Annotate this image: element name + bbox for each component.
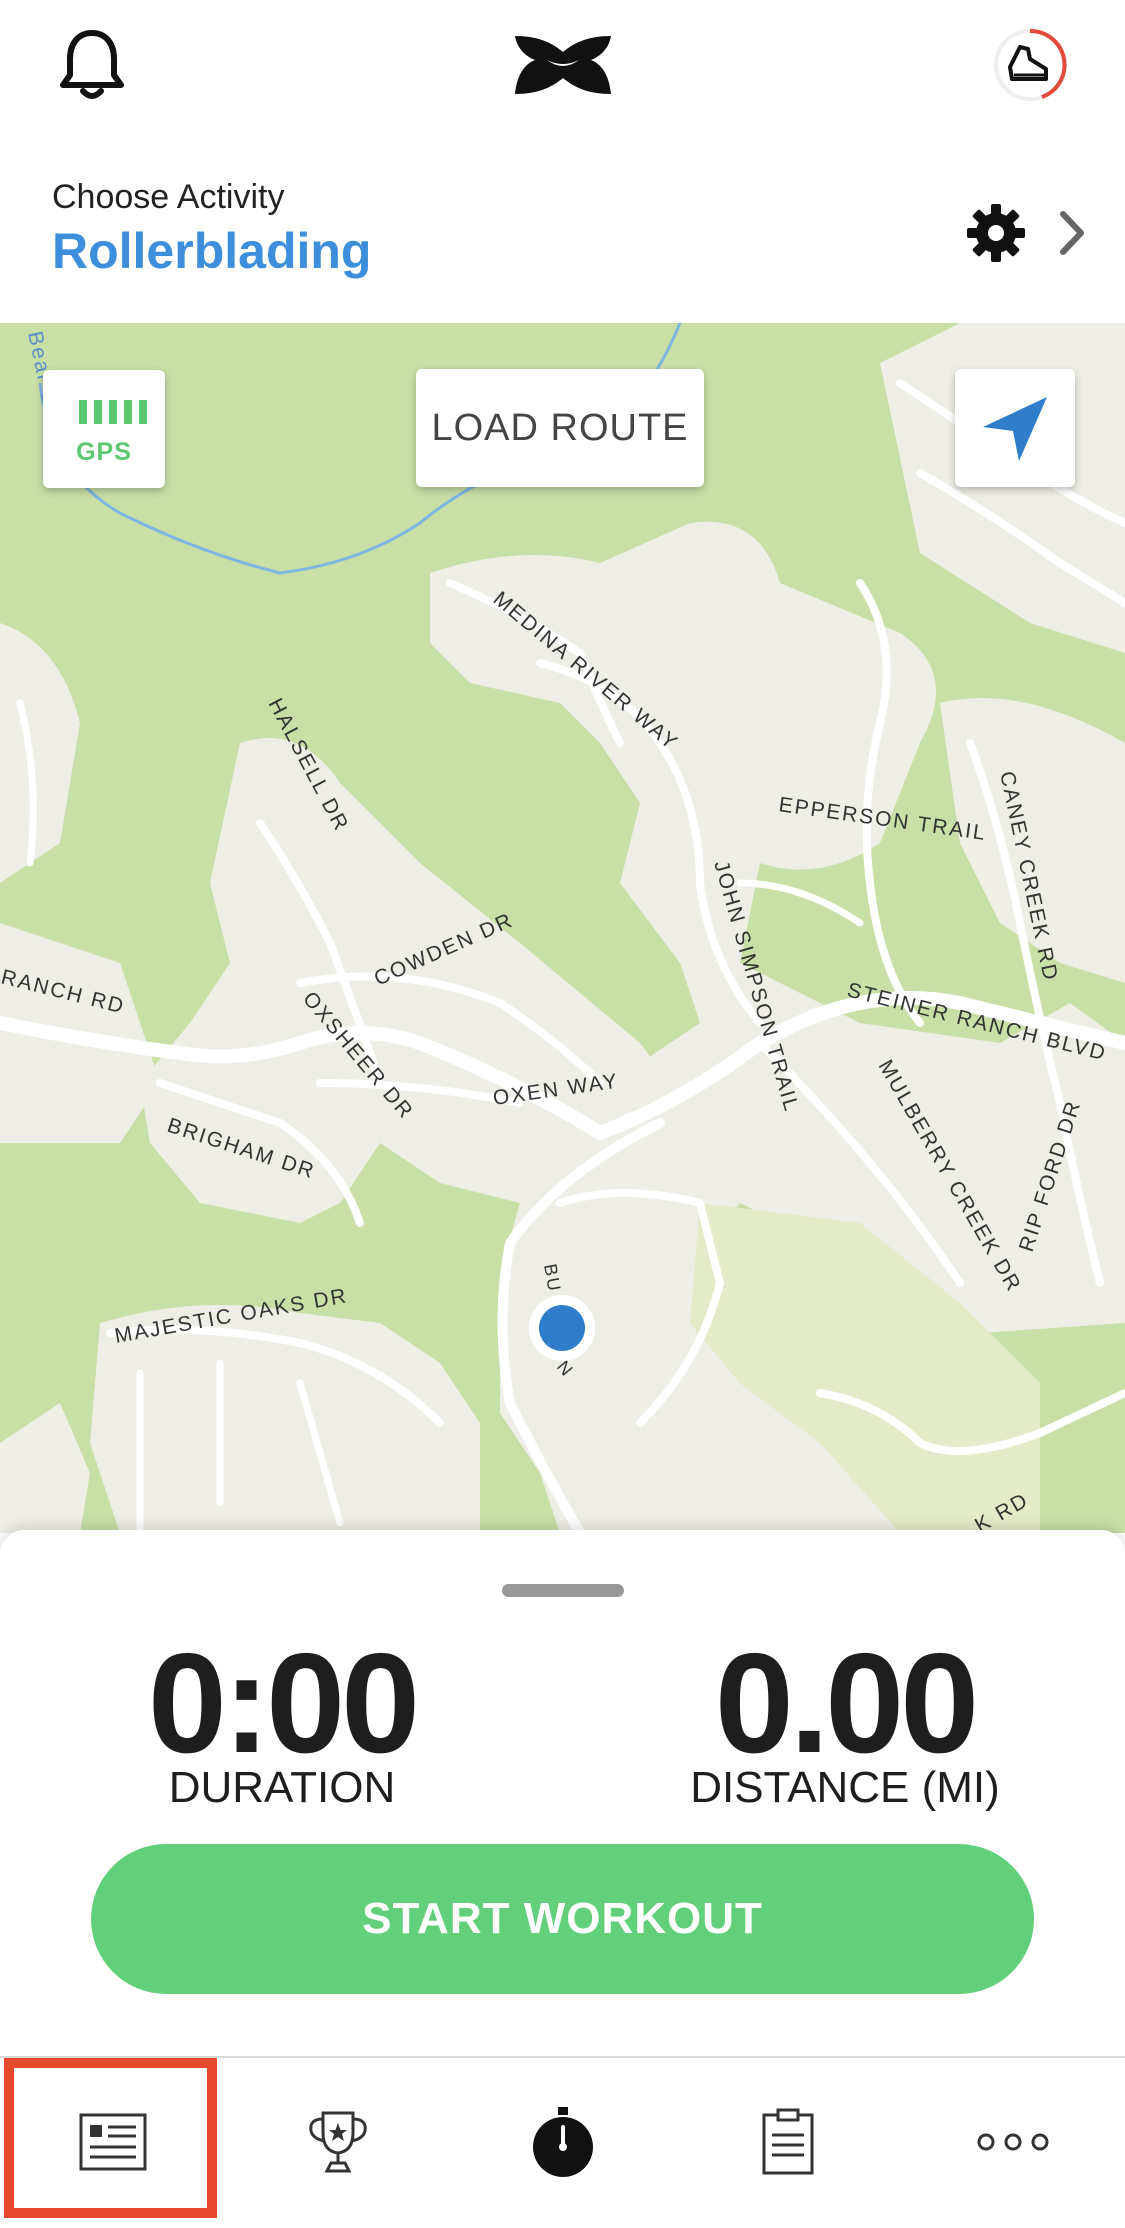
distance-label: DISTANCE (MI)	[690, 1763, 1000, 1812]
bottom-tab-bar	[0, 2056, 1125, 2228]
map-view[interactable]: Bear Creek MEDINA RIVER WAY HALSELL DR E…	[0, 323, 1125, 1533]
selected-tab-highlight	[4, 2058, 217, 2218]
under-armour-logo	[505, 30, 620, 100]
start-workout-button[interactable]: START WORKOUT	[91, 1844, 1034, 1994]
more-dots-icon	[977, 2133, 1048, 2151]
gps-label: GPS	[76, 438, 132, 466]
chevron-right-icon[interactable]	[1050, 200, 1094, 266]
top-bar	[0, 0, 1125, 130]
current-location-marker	[529, 1295, 595, 1361]
tab-record[interactable]	[450, 2058, 675, 2226]
activity-name[interactable]: Rollerblading	[52, 222, 371, 280]
duration-label: DURATION	[168, 1763, 396, 1812]
profile-progress-icon[interactable]	[990, 25, 1070, 105]
distance-value: 0.00	[714, 1624, 979, 1783]
clipboard-icon	[762, 2108, 813, 2175]
bell-icon[interactable]	[52, 25, 132, 105]
gear-icon[interactable]	[963, 200, 1029, 266]
duration-value: 0:00	[147, 1624, 420, 1783]
sheet-drag-handle[interactable]	[502, 1584, 624, 1597]
gps-bars-icon	[79, 400, 147, 424]
trophy-icon	[308, 2111, 367, 2173]
gps-signal-indicator[interactable]: GPS	[43, 370, 165, 488]
tab-challenges[interactable]	[225, 2058, 450, 2226]
activity-selector[interactable]: Choose Activity Rollerblading	[0, 130, 1125, 323]
stopwatch-icon	[532, 2107, 593, 2177]
navigation-arrow-icon[interactable]	[955, 369, 1075, 487]
tab-plans[interactable]	[675, 2058, 900, 2226]
load-route-button[interactable]: LOAD ROUTE	[416, 369, 704, 487]
choose-activity-label: Choose Activity	[52, 178, 285, 216]
tab-more[interactable]	[900, 2058, 1125, 2226]
workout-sheet: 0:00 DURATION 0.00 DISTANCE (MI) START W…	[0, 1530, 1125, 2056]
